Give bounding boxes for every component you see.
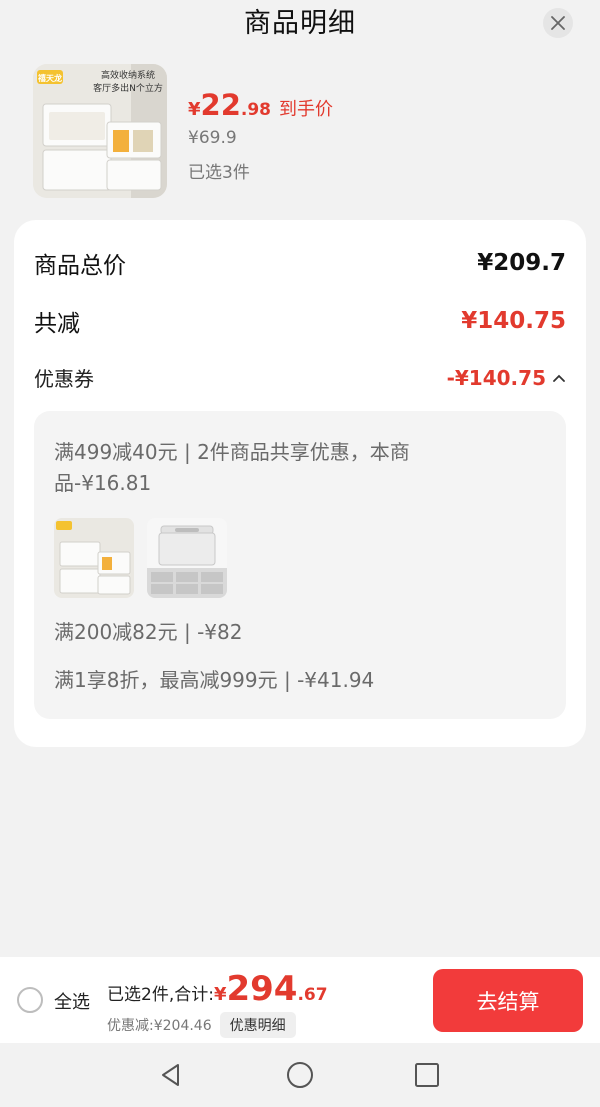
coupon-product-thumb-1	[54, 518, 134, 598]
total-row: 商品总价 ¥209.7	[34, 246, 566, 280]
close-icon	[551, 16, 565, 30]
price-tag: 到手价	[279, 99, 334, 120]
selected-total-label: 已选2件,合计:	[107, 985, 214, 1005]
coupon-row[interactable]: 优惠券 -¥140.75	[34, 363, 566, 392]
coupon-label: 优惠券	[34, 367, 94, 391]
reduce-value: ¥140.75	[461, 308, 566, 334]
thumb-banner-line2: 客厅多出N个立方	[93, 82, 163, 94]
checkout-button[interactable]: 去结算	[433, 969, 583, 1032]
select-all-checkbox[interactable]	[17, 987, 43, 1013]
total-currency: ¥	[213, 984, 227, 1005]
thumb-banner-line1: 高效收纳系统	[101, 69, 155, 81]
total-value: ¥209.7	[477, 250, 566, 276]
nav-home-button[interactable]	[284, 1059, 316, 1091]
total-integer: 294	[226, 969, 298, 1009]
coupon-product-thumb-2	[147, 518, 227, 598]
coupon-detail-panel: 满499减40元 | 2件商品共享优惠，本商 品-¥16.81 满200减82元…	[34, 411, 566, 719]
discount-detail-button[interactable]: 优惠明细	[219, 1012, 296, 1038]
selected-count: 已选3件	[188, 163, 250, 183]
price-integer: 22	[200, 88, 241, 122]
coupon-detail-1b: 品-¥16.81	[54, 471, 152, 495]
total-decimal: .67	[297, 985, 328, 1005]
close-button[interactable]	[543, 8, 573, 38]
system-navigation-bar	[0, 1043, 600, 1107]
home-circle-icon	[287, 1062, 313, 1088]
recents-square-icon	[415, 1063, 439, 1087]
storage-box-image: 禧天龙 高效收纳系统 客厅多出N个立方	[33, 64, 167, 198]
nav-back-button[interactable]	[155, 1059, 187, 1091]
product-info: 禧天龙 高效收纳系统 客厅多出N个立方 ¥22.98 到手价 ¥69.9 已选3件	[33, 64, 573, 204]
coupon-detail-1a: 满499减40元 | 2件商品共享优惠，本商	[54, 440, 410, 464]
price-decimal: .98	[240, 100, 272, 120]
header: 商品明细	[0, 0, 600, 50]
discount-line: 优惠减:¥204.46 优惠明细	[107, 1012, 296, 1038]
chevron-up-icon	[553, 374, 565, 382]
back-triangle-icon	[162, 1064, 179, 1086]
coupon-value: -¥140.75	[446, 365, 546, 390]
order-total: 已选2件,合计:¥294.67	[107, 969, 328, 1009]
coupon-detail-2: 满200减82元 | -¥82	[54, 620, 243, 644]
total-label: 商品总价	[34, 253, 126, 279]
thumb-brand: 禧天龙	[38, 73, 62, 83]
page-title: 商品明细	[244, 8, 356, 39]
price-currency: ¥	[188, 99, 201, 120]
reduce-label: 共减	[34, 311, 80, 337]
checkout-bar: 全选 已选2件,合计:¥294.67 优惠减:¥204.46 优惠明细 去结算	[0, 957, 600, 1043]
deal-price: ¥22.98 到手价	[188, 88, 333, 122]
product-thumbnail: 禧天龙 高效收纳系统 客厅多出N个立方	[33, 64, 167, 198]
original-price: ¥69.9	[188, 128, 237, 148]
coupon-value-toggle[interactable]: -¥140.75	[447, 366, 566, 390]
nav-recents-button[interactable]	[411, 1059, 443, 1091]
reduce-row: 共减 ¥140.75	[34, 304, 566, 338]
discount-text: 优惠减:¥204.46	[107, 1018, 212, 1034]
price-summary-card: 商品总价 ¥209.7 共减 ¥140.75 优惠券 -¥140.75 满499…	[14, 220, 586, 747]
select-all-label[interactable]: 全选	[54, 988, 90, 1014]
coupon-detail-3: 满1享8折，最高减999元 | -¥41.94	[54, 668, 375, 692]
